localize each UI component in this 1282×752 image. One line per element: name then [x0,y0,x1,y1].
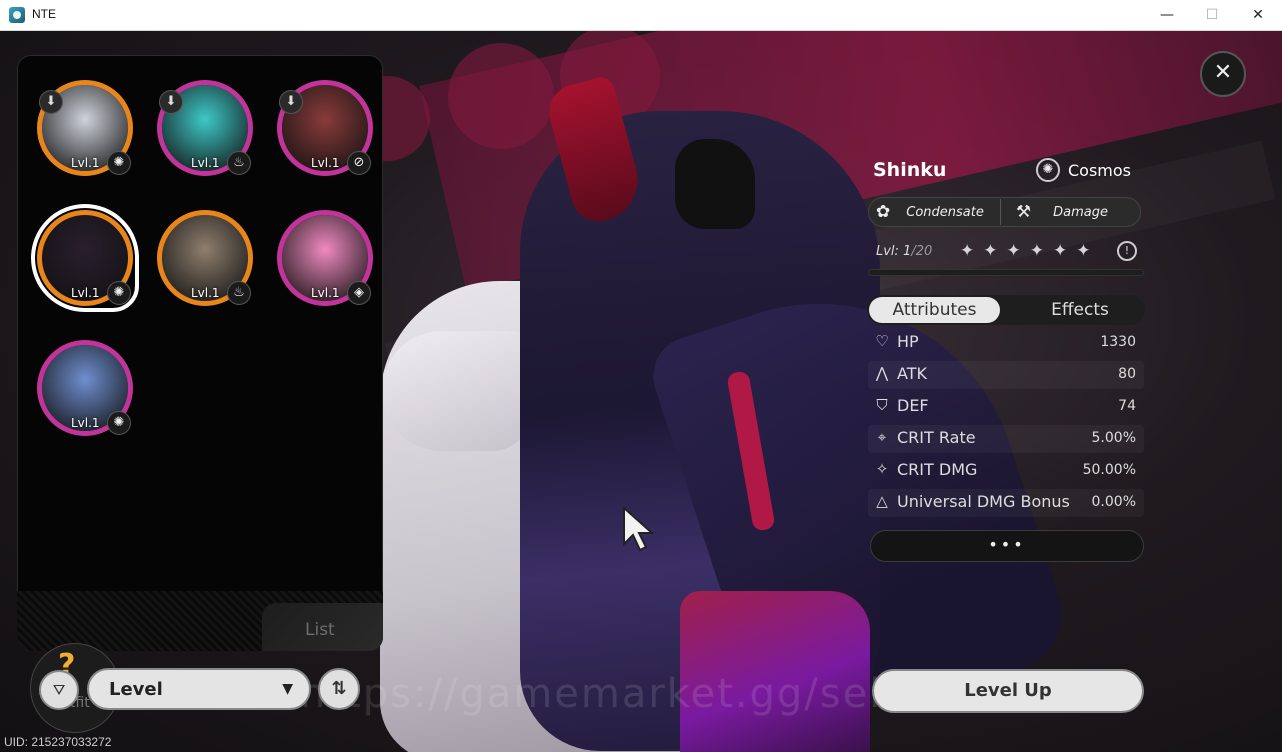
window-titlebar: NTE — ☐ ✕ [0,0,1282,31]
sort-dropdown-value: Level [109,679,163,700]
stat-label: DEF [897,396,929,415]
hammer-icon: ⚒ [1016,202,1032,222]
faction-label: Cosmos [1068,160,1132,180]
level-value: Lvl: 1 [876,244,912,259]
app-icon [9,7,25,23]
star-icon: ✦ [1076,241,1091,261]
stat-row: ⛉ DEF 74 [868,393,1144,421]
ascension-icon[interactable]: ! [1117,241,1137,261]
stat-label: Universal DMG Bonus [897,492,1070,511]
role-style-label: Damage [1053,204,1108,220]
level-max: /20 [911,244,933,259]
avatar-level: Lvl.1 [71,156,100,170]
character-avatar[interactable]: Lvl.1 ♨ [157,210,253,306]
tab-effects[interactable]: Effects [1017,297,1143,323]
crit-dmg-icon: ✧ [875,460,889,478]
level-up-button[interactable]: Level Up [872,669,1144,713]
stat-row: ✧ CRIT DMG 50.00% [868,457,1144,485]
maximize-button[interactable]: ☐ [1189,0,1235,31]
star-icon: ✦ [1053,241,1068,261]
stat-row: ⋀ ATK 80 [868,361,1144,389]
minimize-button[interactable]: — [1144,0,1190,31]
star-icon: ✦ [960,241,975,261]
avatar-level: Lvl.1 [311,286,340,300]
cosmos-icon: ✺ [107,281,131,305]
stat-row: ♡ HP 1330 [868,329,1144,357]
sort-order-button[interactable]: ⇅ [318,668,360,710]
atk-icon: ⋀ [875,364,889,382]
stat-value: 0.00% [1091,494,1136,510]
avatar-level: Lvl.1 [311,156,340,170]
star-rating: ✦ ✦ ✦ ✦ ✦ ✦ [960,241,1091,261]
sort-dropdown[interactable]: Level ▼ [87,668,311,710]
star-icon: ✦ [1029,241,1044,261]
anima-icon: ♨ [227,151,251,175]
character-avatar[interactable]: Lvl.1 ◈ [277,210,373,306]
list-tab-label: List [305,620,335,640]
avatar-level: Lvl.1 [191,156,220,170]
role-style[interactable]: ⚒ Damage [1016,197,1108,227]
xp-progress-bar [868,269,1144,276]
character-avatar[interactable]: Lvl.1 ✺ [31,204,139,312]
heart-icon: ♡ [875,332,889,350]
triangle-icon: △ [876,492,888,510]
character-avatar[interactable]: ⬇ Lvl.1 ⊘ [277,80,373,176]
role-separator [1000,199,1001,225]
info-tabs: Attributes Effects [867,295,1145,325]
stat-label: CRIT Rate [897,428,976,447]
incantation-icon: ⊘ [347,151,371,175]
stat-value: 1330 [1100,334,1136,350]
cosmos-icon: ✺ [107,151,131,175]
window-close-button[interactable]: ✕ [1235,0,1281,31]
filter-button[interactable]: ⛛ [39,670,79,710]
character-hat [675,139,755,229]
crit-rate-icon: ⌖ [877,428,887,446]
character-avatar[interactable]: Lvl.1 ✺ [37,340,133,436]
star-icon: ✦ [1006,241,1021,261]
character-avatar[interactable]: ⬇ Lvl.1 ✺ [37,80,133,176]
window-title: NTE [32,7,56,21]
level-indicator: Lvl: 1/20 [876,244,932,259]
stat-row: △ Universal DMG Bonus 0.00% [868,489,1144,517]
stat-value: 80 [1118,366,1136,382]
anima-icon: ♨ [227,281,251,305]
condensate-icon: ✿ [876,202,891,222]
background-circle [448,43,554,149]
close-button[interactable]: ✕ [1200,51,1246,97]
download-icon: ⬇ [279,90,303,114]
download-icon: ⬇ [39,90,63,114]
avatar-level: Lvl.1 [71,416,100,430]
user-id: UID: 215237033272 [4,735,112,749]
mouse-cursor-icon [623,506,655,552]
shield-icon: ⛉ [876,396,888,414]
stat-row: ⌖ CRIT Rate 5.00% [868,425,1144,453]
avatar-level: Lvl.1 [71,286,100,300]
tab-attributes[interactable]: Attributes [869,297,1000,323]
stat-value: 74 [1118,398,1136,414]
character-name: Shinku [873,159,947,181]
faction-badge: ✺ Cosmos [1036,157,1131,183]
cosmos-icon: ✺ [1036,158,1060,182]
stat-label: HP [897,332,919,351]
stat-value: 50.00% [1082,462,1136,478]
cosmos-icon: ✺ [107,411,131,435]
stat-label: CRIT DMG [897,460,978,479]
download-icon: ⬇ [159,90,183,114]
stat-label: ATK [897,364,927,383]
game-viewport: https://gamemarket.gg/seller/GameNe List… [0,31,1282,752]
star-icon: ✦ [983,241,998,261]
character-avatar[interactable]: ⬇ Lvl.1 ♨ [157,80,253,176]
role-type[interactable]: ✿ Condensate [876,197,984,227]
character-arm [382,331,532,451]
psyche-icon: ◈ [347,281,371,305]
role-type-label: Condensate [906,204,984,220]
avatar-level: Lvl.1 [191,286,220,300]
stat-value: 5.00% [1091,430,1136,446]
chevron-down-icon: ▼ [282,681,293,697]
more-stats-button[interactable]: ••• [870,530,1144,562]
